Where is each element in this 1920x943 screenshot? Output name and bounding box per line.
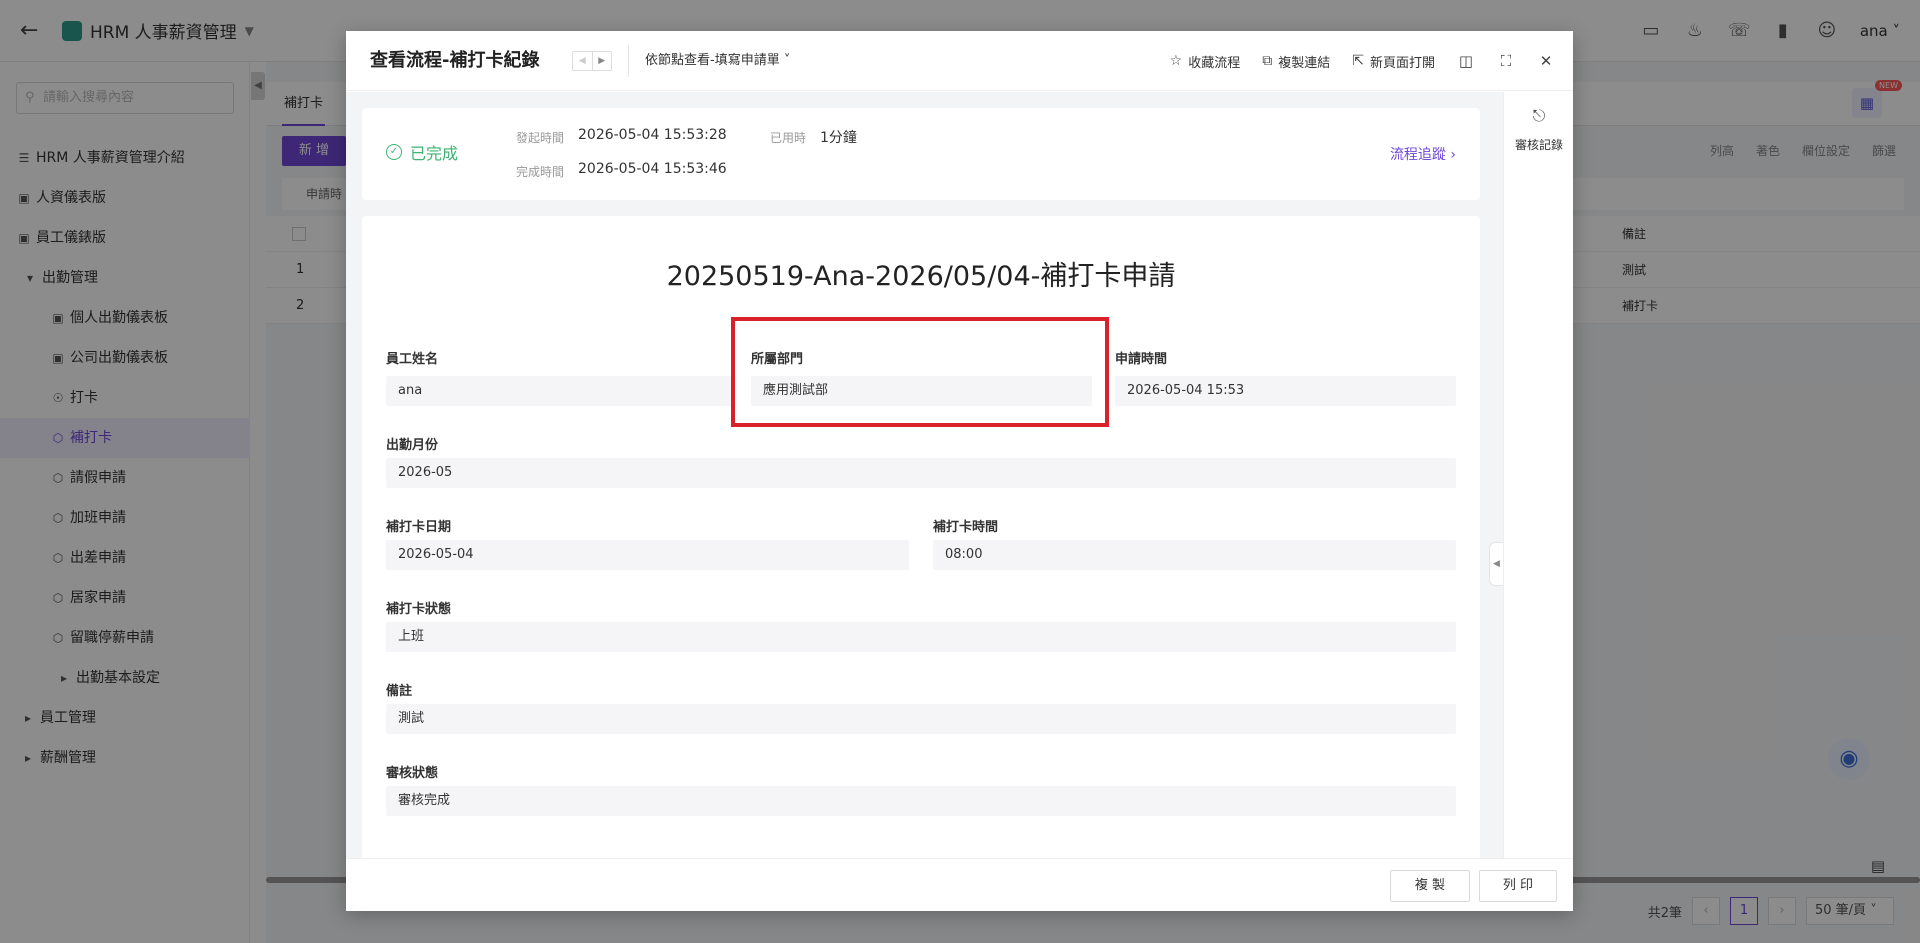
remark-label: 備註 [386,684,413,699]
process-modal: 查看流程-補打卡紀錄 ◀ ▶ 依節點查看-填寫申請單 ˅ ☆ 收藏流程 ⧉ 複製連結… [346,31,1573,911]
stamp-icon[interactable]: ⎋ [1504,106,1574,126]
copy-button[interactable]: 複 製 [1390,870,1470,902]
header-divider [628,45,629,77]
star-icon: ☆ [1169,53,1183,69]
open-new-label: 新頁面打開 [1369,55,1435,71]
copy-link-button[interactable]: ⧉ 複製連結 [1262,52,1330,71]
status-card: ✓ 已完成 發起時間 2026-05-04 15:53:28 已用時 1分鐘 完… [362,108,1480,200]
next-record-icon[interactable]: ▶ [593,52,612,70]
elapsed-label: 已用時 [770,131,807,145]
favorite-label: 收藏流程 [1188,55,1241,71]
punch-status-field: 上班 [386,622,1456,652]
prev-record-icon[interactable]: ◀ [573,52,593,70]
form-card: 20250519-Ana-2026/05/04-補打卡申請 員工姓名 ana 所… [362,216,1480,858]
review-record-tab[interactable]: 審核記錄 [1504,136,1574,153]
apply-time-field: 2026-05-04 15:53 [1115,376,1456,406]
modal-title: 查看流程-補打卡紀錄 [370,50,540,71]
punch-time-label: 補打卡時間 [933,520,999,535]
status-label: 已完成 [410,144,459,163]
highlight-box [731,317,1109,427]
punch-status-label: 補打卡狀態 [386,602,452,617]
trace-link-label: 流程追蹤 [1389,147,1446,163]
remark-field: 測試 [386,704,1456,734]
close-icon[interactable]: ✕ [1537,52,1555,70]
check-circle-icon: ✓ [386,144,402,160]
copy-icon: ⧉ [1262,53,1273,69]
open-new-page-button[interactable]: ⇱ 新頁面打開 [1352,52,1435,71]
start-time-label: 發起時間 [516,131,565,145]
review-status-label: 審核狀態 [386,766,439,781]
punch-date-field: 2026-05-04 [386,540,909,570]
apply-time-label: 申請時間 [1115,352,1168,367]
modal-footer: 複 製 列 印 [346,858,1573,911]
record-nav: ◀ ▶ [572,51,612,71]
punch-time-field: 08:00 [933,540,1456,570]
fullscreen-icon[interactable]: ⛶ [1497,52,1515,70]
side-panel-collapse-button[interactable]: ◀ [1489,542,1503,586]
header-actions: ☆ 收藏流程 ⧉ 複製連結 ⇱ 新頁面打開 ◫ ⛶ ✕ [1170,31,1555,91]
status-badge: ✓ 已完成 [386,140,458,164]
attendance-month-label: 出勤月份 [386,438,439,453]
modal-body: ✓ 已完成 發起時間 2026-05-04 15:53:28 已用時 1分鐘 完… [346,92,1503,858]
employee-name-label: 員工姓名 [386,352,439,367]
end-time-label: 完成時間 [516,165,565,179]
elapsed-value: 1分鐘 [820,130,857,146]
copy-link-label: 複製連結 [1278,55,1331,71]
punch-date-label: 補打卡日期 [386,520,452,535]
print-button[interactable]: 列 印 [1479,870,1557,902]
view-node-select[interactable]: 依節點查看-填寫申請單 ˅ [645,31,790,91]
modal-header: 查看流程-補打卡紀錄 ◀ ▶ 依節點查看-填寫申請單 ˅ ☆ 收藏流程 ⧉ 複製連結… [346,31,1573,91]
end-time-value: 2026-05-04 15:53:46 [578,161,727,177]
panel-toggle-icon[interactable]: ◫ [1457,52,1475,70]
review-status-field: 審核完成 [386,786,1456,816]
attendance-month-field: 2026-05 [386,458,1456,488]
view-node-value: 依節點查看-填寫申請單 [645,53,780,68]
external-link-icon: ⇱ [1352,53,1364,69]
employee-name-field: ana [386,376,734,406]
start-time-value: 2026-05-04 15:53:28 [578,127,727,143]
process-trace-link[interactable]: 流程追蹤 › [1390,144,1456,164]
review-side-panel: ⎋ 審核記錄 [1503,92,1573,858]
favorite-button[interactable]: ☆ 收藏流程 [1170,52,1241,71]
form-title: 20250519-Ana-2026/05/04-補打卡申請 [666,261,1176,292]
